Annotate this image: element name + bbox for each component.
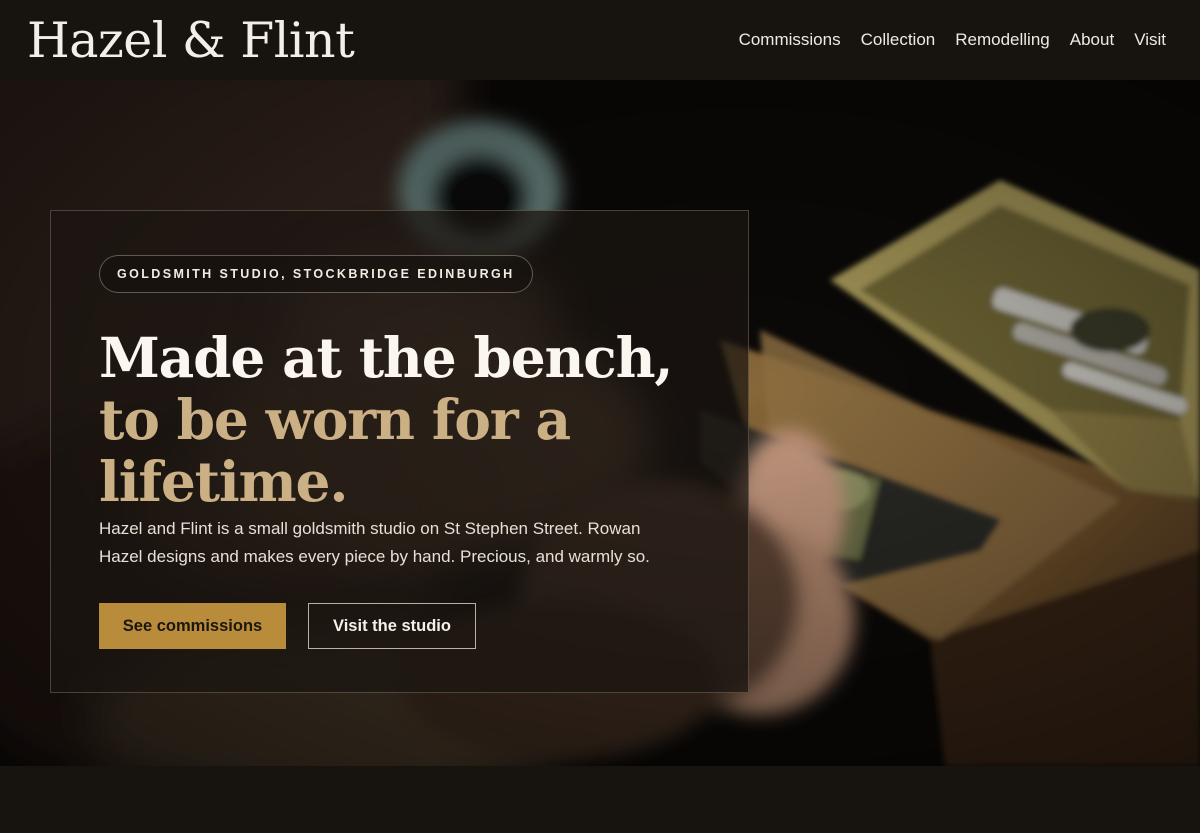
site-header: Hazel & Flint Commissions Collection Rem…: [0, 0, 1200, 80]
nav-link-visit[interactable]: Visit: [1134, 29, 1166, 51]
nav-link-commissions[interactable]: Commissions: [739, 29, 841, 51]
main-nav: Commissions Collection Remodelling About…: [739, 29, 1166, 51]
see-commissions-button[interactable]: See commissions: [99, 603, 286, 649]
nav-link-about[interactable]: About: [1070, 29, 1114, 51]
eyebrow-badge: GOLDSMITH STUDIO, STOCKBRIDGE EDINBURGH: [99, 255, 533, 293]
hero-headline: Made at the bench, to be worn for a life…: [99, 327, 719, 513]
nav-link-collection[interactable]: Collection: [861, 29, 936, 51]
hero-description: Hazel and Flint is a small goldsmith stu…: [99, 519, 650, 566]
hero-card: GOLDSMITH STUDIO, STOCKBRIDGE EDINBURGH …: [50, 210, 749, 693]
below-hero-section: [0, 766, 1200, 833]
hero-section: GOLDSMITH STUDIO, STOCKBRIDGE EDINBURGH …: [0, 80, 1200, 766]
nav-link-remodelling[interactable]: Remodelling: [955, 29, 1050, 51]
visit-studio-button[interactable]: Visit the studio: [308, 603, 476, 649]
logo[interactable]: Hazel & Flint: [27, 11, 355, 71]
page: Hazel & Flint Commissions Collection Rem…: [0, 0, 1200, 833]
headline-line-1: Made at the bench,: [99, 325, 674, 390]
headline-line-2: to be worn for a lifetime.: [99, 387, 571, 514]
